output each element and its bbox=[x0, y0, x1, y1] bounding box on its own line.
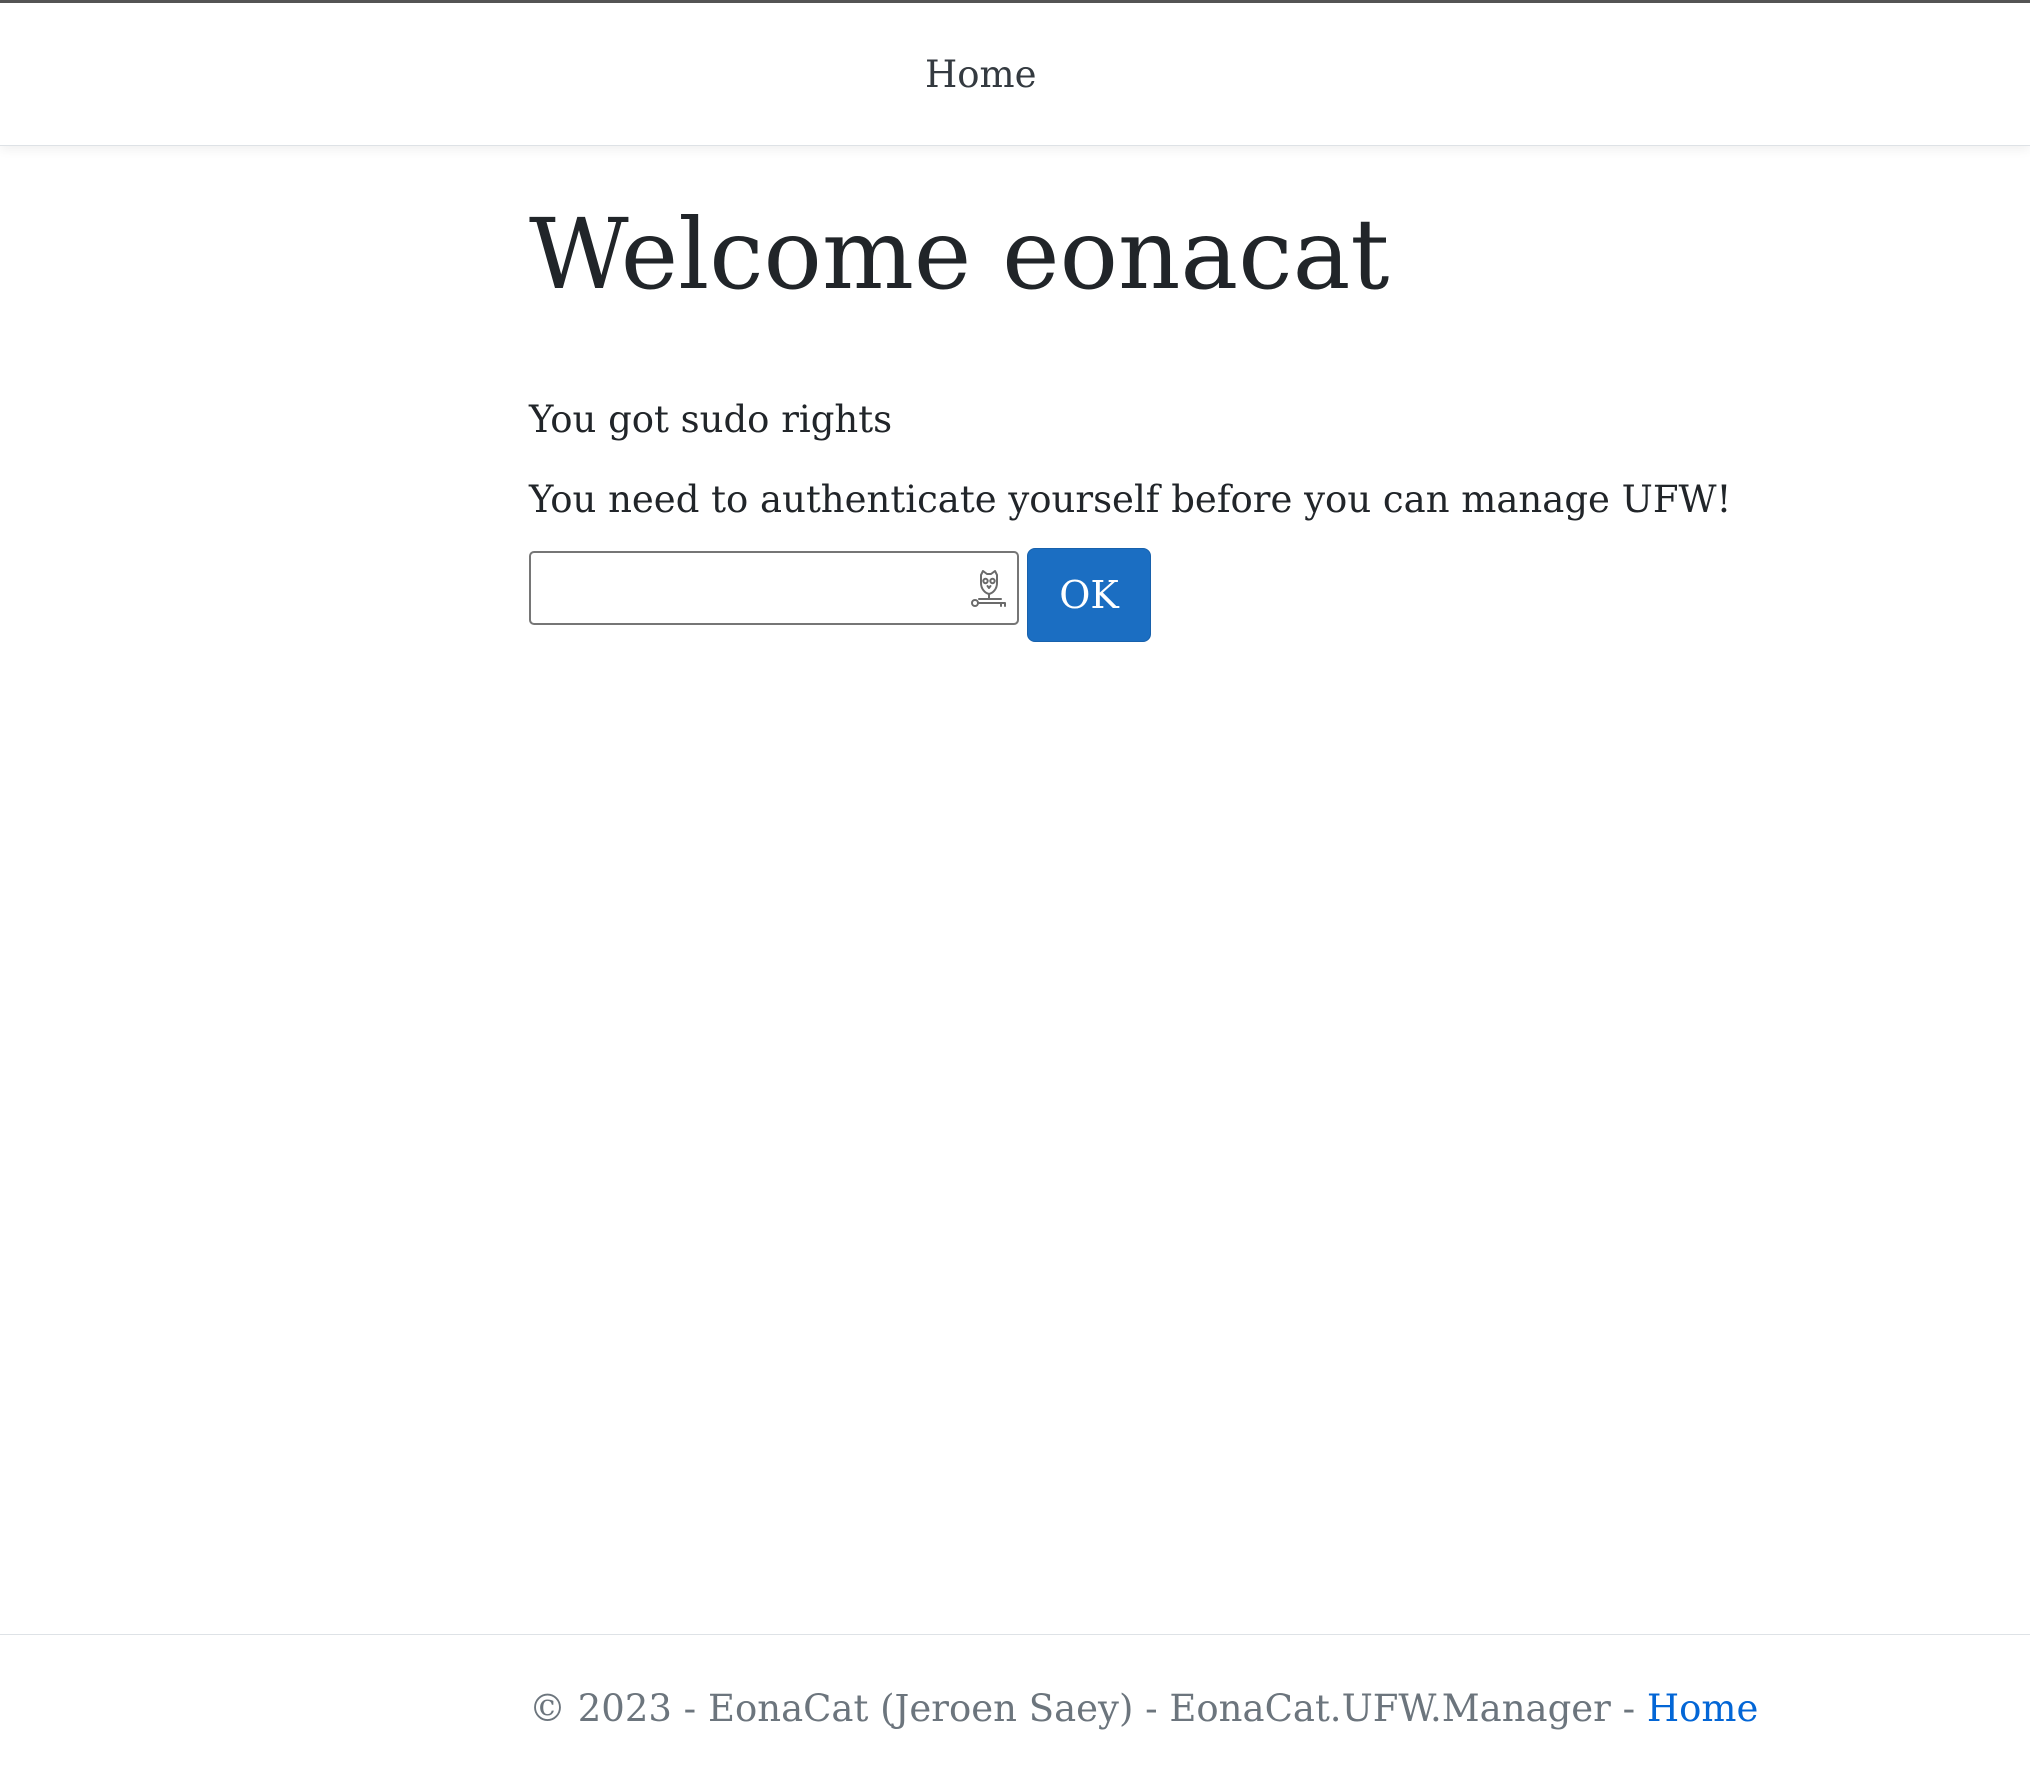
nav-home-link[interactable]: Home bbox=[925, 53, 1037, 96]
sudo-rights-message: You got sudo rights bbox=[529, 398, 893, 441]
footer-text: © 2023 - EonaCat (Jeroen Saey) - EonaCat… bbox=[529, 1687, 1758, 1730]
password-input[interactable] bbox=[531, 553, 951, 623]
main-content: Welcome eonacat You got sudo rights You … bbox=[529, 190, 1731, 642]
ok-button[interactable]: OK bbox=[1027, 548, 1151, 642]
password-manager-icon[interactable] bbox=[967, 567, 1011, 611]
auth-form: OK bbox=[529, 548, 1229, 642]
password-field-wrapper[interactable] bbox=[529, 551, 1019, 625]
footer: © 2023 - EonaCat (Jeroen Saey) - EonaCat… bbox=[0, 1634, 2030, 1776]
navbar: Home bbox=[0, 3, 2030, 146]
footer-copyright: © 2023 - EonaCat (Jeroen Saey) - EonaCat… bbox=[529, 1687, 1647, 1730]
auth-required-message: You need to authenticate yourself before… bbox=[529, 478, 1732, 521]
page-title: Welcome eonacat bbox=[529, 198, 1390, 311]
footer-home-link[interactable]: Home bbox=[1647, 1687, 1759, 1730]
